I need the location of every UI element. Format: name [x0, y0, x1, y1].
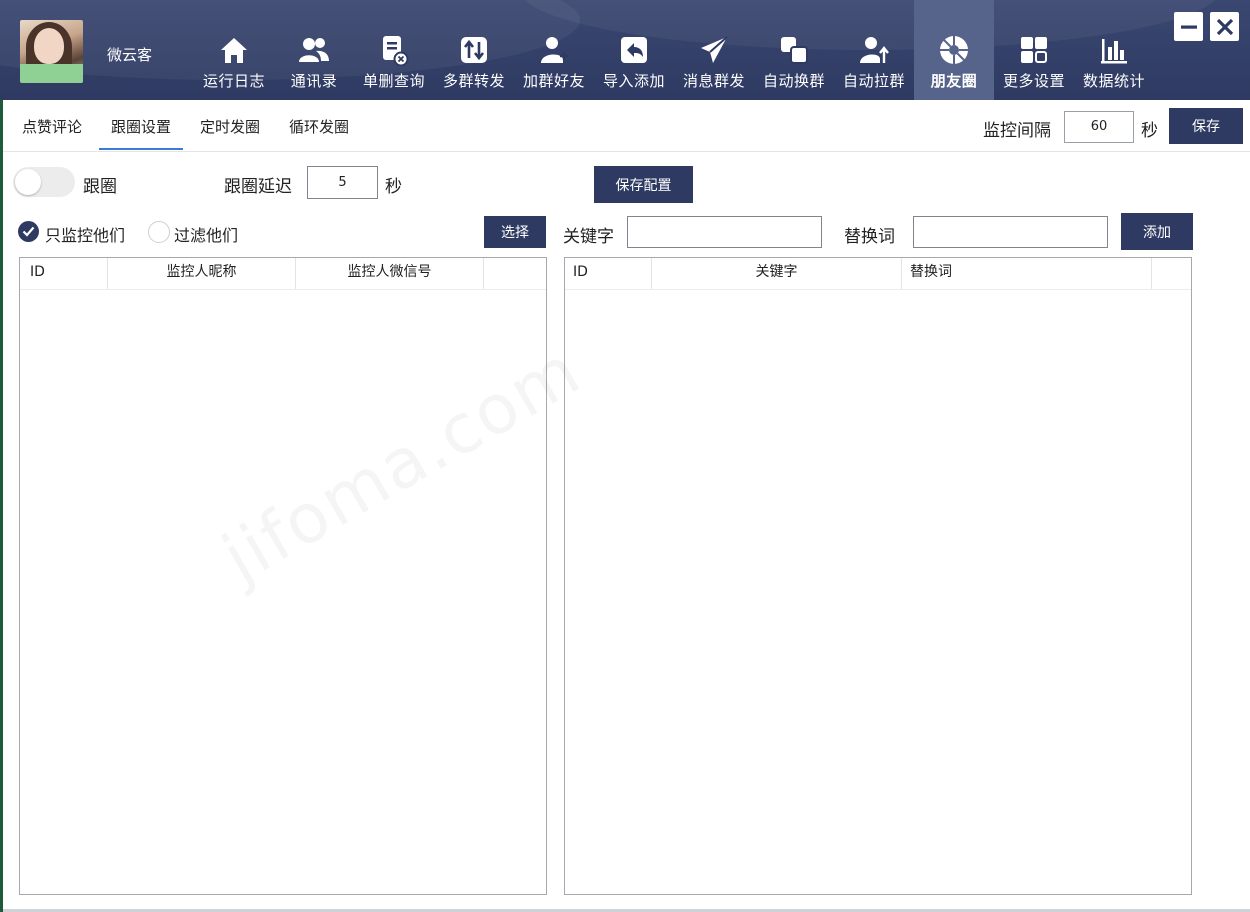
import-icon	[618, 34, 650, 66]
nav-item-delete-check[interactable]: 单删查询	[354, 0, 434, 100]
nav-label: 通讯录	[290, 72, 338, 90]
column-header-replacement[interactable]: 替换词	[902, 258, 1152, 289]
radio-filter[interactable]	[148, 221, 170, 243]
nav-item-import-add[interactable]: 导入添加	[594, 0, 674, 100]
avatar[interactable]	[20, 20, 83, 83]
keyword-label: 关键字	[563, 227, 614, 247]
column-header-id[interactable]: ID	[20, 258, 108, 289]
swap-group-icon	[778, 34, 810, 66]
nav-label: 导入添加	[602, 72, 665, 90]
add-friend-icon	[538, 34, 570, 66]
close-icon	[1216, 18, 1233, 35]
moments-icon	[938, 34, 970, 66]
transfer-icon	[458, 34, 490, 66]
tabs-divider	[3, 151, 1250, 152]
app-header: 微云客 运行日志 通讯录 单删查询 多群转发 加群好友 导入添加 消息群发 自动…	[0, 0, 1250, 100]
add-button[interactable]: 添加	[1121, 213, 1193, 250]
contacts-icon	[298, 34, 330, 66]
nav-item-run-log[interactable]: 运行日志	[194, 0, 274, 100]
nav-label: 运行日志	[202, 72, 265, 90]
tab-scheduled-post[interactable]: 定时发圈	[188, 104, 272, 148]
grid-icon	[1018, 34, 1050, 66]
follow-delay-unit: 秒	[385, 177, 402, 197]
check-icon	[22, 226, 35, 237]
window-border	[0, 0, 3, 912]
column-header-nickname[interactable]: 监控人昵称	[108, 258, 296, 289]
nav-item-broadcast[interactable]: 消息群发	[674, 0, 754, 100]
column-header-keyword[interactable]: 关键字	[652, 258, 902, 289]
follow-toggle[interactable]	[13, 167, 75, 197]
nav-label: 单删查询	[362, 72, 425, 90]
nav-item-multi-forward[interactable]: 多群转发	[434, 0, 514, 100]
monitor-interval-input[interactable]: 60	[1064, 111, 1134, 143]
nav-label: 多群转发	[442, 72, 505, 90]
save-config-button[interactable]: 保存配置	[594, 166, 693, 203]
nav-item-statistics[interactable]: 数据统计	[1074, 0, 1154, 100]
monitor-interval-unit: 秒	[1141, 121, 1158, 141]
select-button[interactable]: 选择	[484, 216, 546, 248]
chart-icon	[1098, 34, 1130, 66]
home-icon	[218, 34, 250, 66]
tab-like-comment[interactable]: 点赞评论	[10, 104, 94, 148]
table-header: ID 监控人昵称 监控人微信号	[20, 258, 546, 290]
tab-follow-settings[interactable]: 跟圈设置	[99, 104, 184, 150]
column-header-wechat-id[interactable]: 监控人微信号	[296, 258, 484, 289]
nav-item-auto-swap-group[interactable]: 自动换群	[754, 0, 834, 100]
nav-label: 加群好友	[522, 72, 585, 90]
nav-label: 自动拉群	[842, 72, 905, 90]
tab-loop-post[interactable]: 循环发圈	[277, 104, 361, 148]
pull-group-icon	[858, 34, 890, 66]
radio-only-monitor-label[interactable]: 只监控他们	[45, 222, 125, 246]
nav-item-moments[interactable]: 朋友圈	[914, 0, 994, 100]
follow-delay-label: 跟圈延迟	[224, 177, 292, 197]
save-button[interactable]: 保存	[1169, 108, 1243, 144]
nav-label: 更多设置	[1002, 72, 1065, 90]
toggle-knob	[15, 169, 41, 195]
keyword-table[interactable]: ID 关键字 替换词	[564, 257, 1192, 895]
follow-toggle-label: 跟圈	[83, 177, 117, 197]
sub-tabs: 点赞评论 跟圈设置 定时发圈 循环发圈	[10, 104, 366, 150]
nav-label: 朋友圈	[930, 72, 978, 90]
nav-item-auto-pull-group[interactable]: 自动拉群	[834, 0, 914, 100]
replace-input[interactable]	[913, 216, 1108, 248]
main-nav: 运行日志 通讯录 单删查询 多群转发 加群好友 导入添加 消息群发 自动换群 自…	[194, 0, 1154, 100]
table-header: ID 关键字 替换词	[565, 258, 1191, 290]
minimize-icon	[1180, 25, 1197, 29]
nav-label: 数据统计	[1082, 72, 1145, 90]
replace-label: 替换词	[844, 227, 895, 247]
nav-label: 自动换群	[762, 72, 825, 90]
radio-filter-label[interactable]: 过滤他们	[174, 222, 238, 246]
monitor-interval-label: 监控间隔	[983, 121, 1051, 141]
nav-item-more-settings[interactable]: 更多设置	[994, 0, 1074, 100]
delete-check-icon	[378, 34, 410, 66]
nav-item-add-friends[interactable]: 加群好友	[514, 0, 594, 100]
username: 微云客	[107, 46, 153, 64]
minimize-button[interactable]	[1174, 12, 1203, 41]
send-icon	[698, 34, 730, 66]
close-button[interactable]	[1210, 12, 1239, 41]
column-header-id[interactable]: ID	[565, 258, 652, 289]
keyword-input[interactable]	[627, 216, 822, 248]
radio-only-monitor[interactable]	[18, 221, 39, 242]
follow-delay-input[interactable]: 5	[307, 166, 378, 199]
nav-item-contacts[interactable]: 通讯录	[274, 0, 354, 100]
nav-label: 消息群发	[682, 72, 745, 90]
